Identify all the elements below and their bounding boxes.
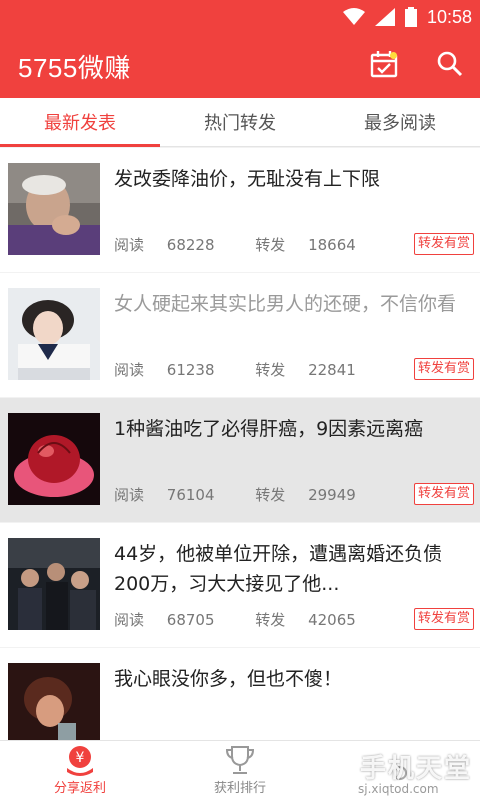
share-reward-badge[interactable]: 转发有赏 — [413, 608, 474, 630]
nav-profit-ranking[interactable]: 获利排行 — [160, 741, 320, 800]
read-count: 阅读 76104 — [114, 486, 215, 504]
article-title: 女人硬起来其实比男人的还硬，不信你看 — [114, 293, 457, 315]
battery-icon — [404, 7, 417, 27]
share-rebate-icon: ¥ — [64, 743, 96, 777]
app-title: 5755微赚 — [18, 52, 131, 83]
article-stats: 阅读 68705 转发 42065 — [114, 609, 392, 630]
search-button[interactable] — [430, 46, 470, 86]
calendar-check-button[interactable] — [364, 46, 404, 86]
bottom-nav: ¥ 分享返利 获利排行 — [0, 740, 480, 800]
share-reward-badge[interactable]: 转发有赏 — [413, 483, 474, 505]
article-list[interactable]: 发改委降油价，无耻没有上下限 阅读 68228 转发 18664 转发有赏 女人… — [0, 148, 480, 740]
status-bar: 10:58 — [0, 0, 480, 34]
article-thumbnail — [8, 413, 100, 505]
article-thumbnail — [8, 163, 100, 255]
share-count: 转发 42065 — [255, 611, 356, 629]
svg-text:¥: ¥ — [76, 750, 85, 766]
share-count: 转发 18664 — [255, 236, 356, 254]
share-count: 转发 29949 — [255, 486, 356, 504]
article-title: 我心眼没你多，但也不傻！ — [114, 668, 343, 690]
user-icon — [385, 762, 415, 796]
app-bar: 5755微赚 — [0, 34, 480, 98]
list-item[interactable]: 44岁，他被单位开除，遭遇离婚还负债200万，习大大接见了他... 阅读 687… — [0, 523, 480, 647]
article-stats: 阅读 68228 转发 18664 — [114, 234, 392, 255]
article-title: 1种酱油吃了必得肝癌，9因素远离癌 — [114, 418, 424, 440]
search-icon — [437, 51, 463, 81]
list-item[interactable]: 女人硬起来其实比男人的还硬，不信你看 阅读 61238 转发 22841 转发有… — [0, 273, 480, 397]
share-reward-badge[interactable]: 转发有赏 — [413, 233, 474, 255]
article-thumbnail — [8, 288, 100, 380]
nav-item-hidden[interactable] — [320, 741, 480, 800]
tab-bar: 最新发表 热门转发 最多阅读 — [0, 98, 480, 147]
clock: 10:58 — [426, 6, 472, 27]
trophy-icon — [225, 743, 255, 777]
article-thumbnail — [8, 538, 100, 630]
nav-share-rebate[interactable]: ¥ 分享返利 — [0, 741, 160, 800]
signal-icon — [374, 8, 395, 26]
article-title: 44岁，他被单位开除，遭遇离婚还负债200万，习大大接见了他... — [114, 543, 443, 595]
article-stats: 阅读 76104 转发 29949 — [114, 484, 392, 505]
wifi-icon — [342, 8, 365, 26]
share-reward-badge[interactable]: 转发有赏 — [413, 358, 474, 380]
nav-label: 分享返利 — [53, 781, 106, 796]
notification-dot — [390, 52, 397, 59]
list-item[interactable]: 我心眼没你多，但也不傻！ — [0, 648, 480, 740]
tab-latest[interactable]: 最新发表 — [0, 98, 160, 147]
list-item[interactable]: 1种酱油吃了必得肝癌，9因素远离癌 阅读 76104 转发 29949 转发有赏 — [0, 398, 480, 522]
article-thumbnail — [8, 663, 100, 740]
article-stats: 阅读 61238 转发 22841 — [114, 359, 392, 380]
tab-most-read[interactable]: 最多阅读 — [320, 98, 480, 146]
nav-label: 获利排行 — [213, 781, 266, 796]
read-count: 阅读 68228 — [114, 236, 215, 254]
share-count: 转发 22841 — [255, 361, 356, 379]
read-count: 阅读 61238 — [114, 361, 215, 379]
article-title: 发改委降油价，无耻没有上下限 — [114, 168, 381, 190]
tab-hot-shares[interactable]: 热门转发 — [160, 98, 320, 146]
list-item[interactable]: 发改委降油价，无耻没有上下限 阅读 68228 转发 18664 转发有赏 — [0, 148, 480, 272]
read-count: 阅读 68705 — [114, 611, 215, 629]
